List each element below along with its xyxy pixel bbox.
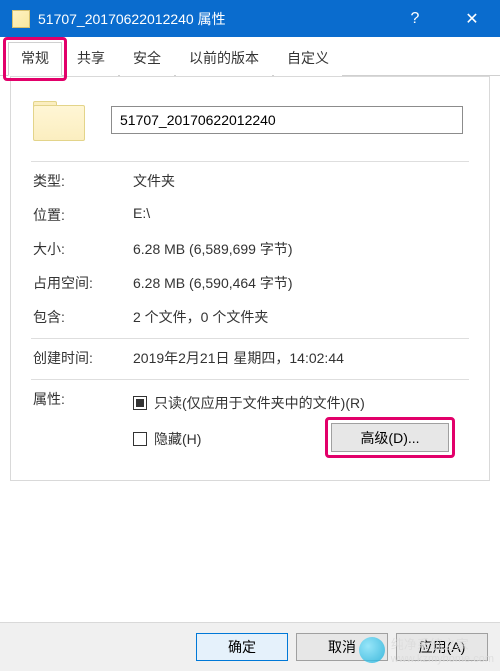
checkbox-readonly-label: 只读(仅应用于文件夹中的文件)(R) bbox=[154, 393, 365, 413]
checkbox-readonly-box bbox=[133, 396, 147, 410]
row-size-on-disk: 占用空间: 6.28 MB (6,590,464 字节) bbox=[11, 266, 489, 300]
checkbox-readonly[interactable]: 只读(仅应用于文件夹中的文件)(R) bbox=[133, 389, 469, 417]
window-title: 51707_20170622012240 属性 bbox=[38, 9, 226, 29]
label-created: 创建时间: bbox=[33, 348, 133, 368]
folder-name-input[interactable] bbox=[111, 106, 463, 134]
value-location: E:\ bbox=[133, 205, 469, 225]
close-button[interactable]: ✕ bbox=[444, 0, 500, 37]
row-contains: 包含: 2 个文件，0 个文件夹 bbox=[11, 300, 489, 334]
checkbox-hidden-label: 隐藏(H) bbox=[154, 429, 201, 449]
separator bbox=[31, 161, 469, 162]
separator bbox=[31, 379, 469, 380]
value-contains: 2 个文件，0 个文件夹 bbox=[133, 307, 469, 327]
value-type: 文件夹 bbox=[133, 171, 469, 191]
tab-content: 类型: 文件夹 位置: E:\ 大小: 6.28 MB (6,589,699 字… bbox=[0, 76, 500, 624]
label-size-on-disk: 占用空间: bbox=[33, 273, 133, 293]
tab-previous-versions[interactable]: 以前的版本 bbox=[176, 42, 272, 76]
label-contains: 包含: bbox=[33, 307, 133, 327]
title-bar: 51707_20170622012240 属性 ? ✕ bbox=[0, 0, 500, 37]
label-attributes: 属性: bbox=[33, 389, 133, 453]
dialog-button-bar: 确定 取消 应用(A) bbox=[0, 622, 500, 671]
row-location: 位置: E:\ bbox=[11, 198, 489, 232]
help-icon: ? bbox=[411, 10, 420, 28]
value-created: 2019年2月21日 星期四，14:02:44 bbox=[133, 348, 469, 368]
tab-general[interactable]: 常规 bbox=[8, 42, 62, 76]
tab-security[interactable]: 安全 bbox=[120, 42, 174, 76]
row-size: 大小: 6.28 MB (6,589,699 字节) bbox=[11, 232, 489, 266]
value-size: 6.28 MB (6,589,699 字节) bbox=[133, 239, 469, 259]
close-icon: ✕ bbox=[465, 9, 478, 29]
label-type: 类型: bbox=[33, 171, 133, 191]
cancel-button[interactable]: 取消 bbox=[296, 633, 388, 661]
help-button[interactable]: ? bbox=[390, 0, 440, 37]
folder-icon bbox=[12, 10, 30, 28]
tab-customize[interactable]: 自定义 bbox=[274, 42, 342, 76]
row-created: 创建时间: 2019年2月21日 星期四，14:02:44 bbox=[11, 341, 489, 375]
value-size-on-disk: 6.28 MB (6,590,464 字节) bbox=[133, 273, 469, 293]
apply-button[interactable]: 应用(A) bbox=[396, 633, 488, 661]
general-tab-pane: 类型: 文件夹 位置: E:\ 大小: 6.28 MB (6,589,699 字… bbox=[10, 76, 490, 481]
separator bbox=[31, 338, 469, 339]
advanced-button[interactable]: 高级(D)... bbox=[331, 423, 449, 452]
checkbox-hidden-box bbox=[133, 432, 147, 446]
ok-button[interactable]: 确定 bbox=[196, 633, 288, 661]
tab-strip: 常规共享安全以前的版本自定义 bbox=[0, 37, 500, 76]
folder-name-row bbox=[11, 93, 489, 157]
label-size: 大小: bbox=[33, 239, 133, 259]
folder-icon-large bbox=[33, 99, 83, 141]
row-attributes: 属性: 只读(仅应用于文件夹中的文件)(R) 隐藏(H) 高级(D)... bbox=[11, 382, 489, 460]
value-attributes: 只读(仅应用于文件夹中的文件)(R) 隐藏(H) 高级(D)... bbox=[133, 389, 469, 453]
properties-dialog: 51707_20170622012240 属性 ? ✕ 常规共享安全以前的版本自… bbox=[0, 0, 500, 671]
label-location: 位置: bbox=[33, 205, 133, 225]
tab-share[interactable]: 共享 bbox=[64, 42, 118, 76]
row-type: 类型: 文件夹 bbox=[11, 164, 489, 198]
